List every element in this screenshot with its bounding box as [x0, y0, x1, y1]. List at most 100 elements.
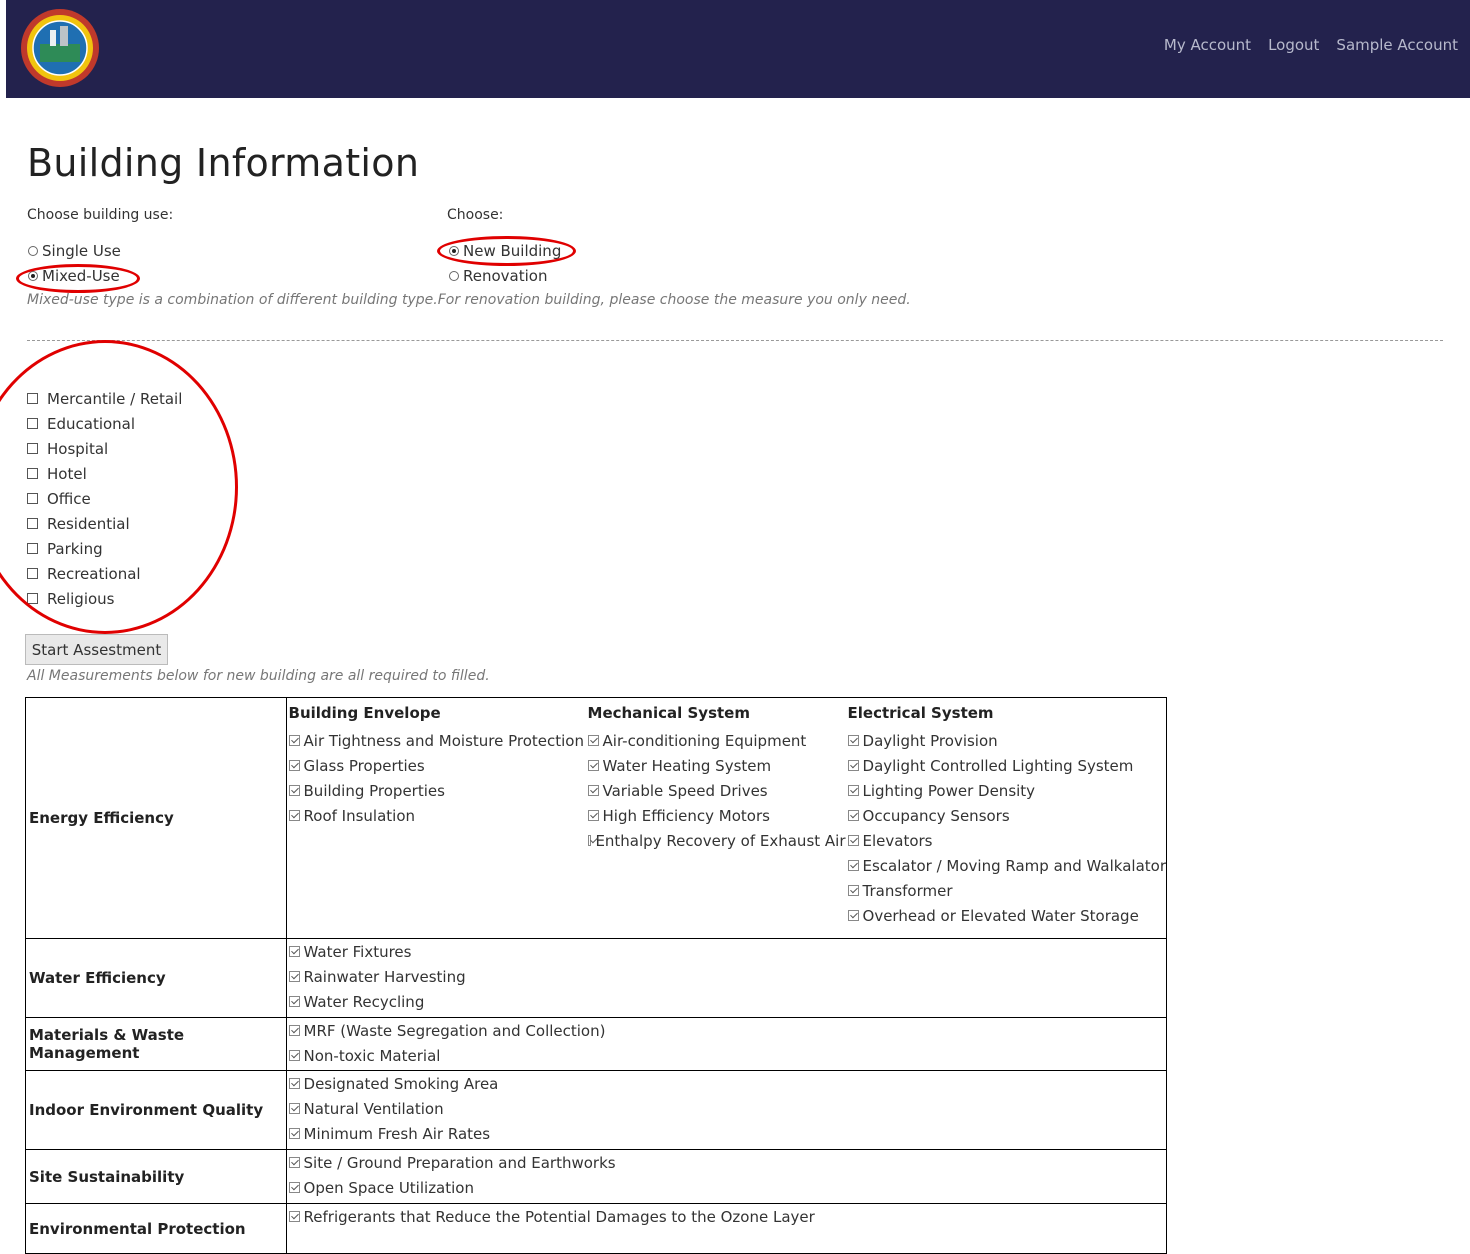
check-icon	[847, 910, 859, 921]
measure-item[interactable]: Air Tightness and Moisture Protection	[287, 728, 586, 753]
measure-item[interactable]: Overhead or Elevated Water Storage	[846, 903, 1166, 928]
measure-item[interactable]: Non-toxic Material	[287, 1043, 1166, 1068]
check-icon	[587, 835, 592, 846]
check-icon	[847, 810, 859, 821]
measure-item[interactable]: Natural Ventilation	[287, 1096, 1166, 1121]
build-type-label: Choose:	[447, 207, 504, 223]
measure-item[interactable]: High Efficiency Motors	[586, 803, 846, 828]
building-envelope-column: Building Envelope Air Tightness and Mois…	[287, 698, 586, 928]
check-icon	[847, 735, 859, 746]
city-seal-logo[interactable]	[20, 8, 100, 88]
category-water-efficiency: Water Efficiency	[25, 938, 287, 1018]
check-icon	[288, 1157, 300, 1168]
check-icon	[847, 885, 859, 896]
start-assessment-button[interactable]: Start Assestment	[25, 634, 168, 665]
category-site-sustainability: Site Sustainability	[25, 1149, 287, 1204]
category-indoor-environment: Indoor Environment Quality	[25, 1070, 287, 1150]
mechanical-system-title: Mechanical System	[587, 704, 750, 722]
measure-item[interactable]: MRF (Waste Segregation and Collection)	[287, 1018, 1166, 1043]
electrical-system-title: Electrical System	[847, 704, 994, 722]
table-row: Water Efficiency Water Fixtures Rainwate…	[25, 938, 1168, 1018]
category-environmental-protection: Environmental Protection	[25, 1203, 287, 1254]
table-row: Materials & Waste Management MRF (Waste …	[25, 1017, 1168, 1071]
measure-item[interactable]: Air-conditioning Equipment	[586, 728, 846, 753]
annotation-ellipse-new-building	[437, 236, 576, 266]
check-icon	[288, 1050, 300, 1061]
check-icon	[288, 785, 300, 796]
radio-renovation[interactable]: Renovation	[449, 265, 547, 287]
check-icon	[288, 946, 300, 957]
radio-label: Single Use	[42, 242, 121, 260]
logout-link[interactable]: Logout	[1268, 36, 1319, 54]
check-icon	[847, 860, 859, 871]
indoor-measures-cell: Designated Smoking Area Natural Ventilat…	[285, 1070, 1168, 1150]
check-icon	[288, 996, 300, 1007]
check-icon	[288, 1182, 300, 1193]
top-navbar: My Account Logout Sample Account	[6, 0, 1470, 98]
check-icon	[587, 810, 599, 821]
measure-item[interactable]: Elevators	[846, 828, 1166, 853]
check-icon	[847, 835, 859, 846]
materials-measures-cell: MRF (Waste Segregation and Collection) N…	[285, 1017, 1168, 1071]
table-row: Energy Efficiency Building Envelope Air …	[25, 697, 1168, 939]
radio-button[interactable]	[449, 271, 459, 281]
radio-label: Renovation	[463, 267, 548, 285]
table-row: Environmental Protection Refrigerants th…	[25, 1203, 1168, 1254]
measure-item[interactable]: Water Heating System	[586, 753, 846, 778]
measure-item[interactable]: Escalator / Moving Ramp and Walkalator	[846, 853, 1166, 878]
water-measures-cell: Water Fixtures Rainwater Harvesting Wate…	[285, 938, 1168, 1018]
check-icon	[587, 735, 599, 746]
measure-item[interactable]: Enthalpy Recovery of Exhaust Air	[586, 828, 846, 853]
annotation-ellipse-mixed-use	[16, 264, 140, 293]
check-icon	[847, 760, 859, 771]
table-row: Site Sustainability Site / Ground Prepar…	[25, 1149, 1168, 1204]
measure-item[interactable]: Variable Speed Drives	[586, 778, 846, 803]
measure-item[interactable]: Daylight Provision	[846, 728, 1166, 753]
check-icon	[587, 760, 599, 771]
check-icon	[288, 1025, 300, 1036]
category-energy-efficiency: Energy Efficiency	[25, 697, 287, 939]
measure-item[interactable]: Designated Smoking Area	[287, 1071, 1166, 1096]
check-icon	[288, 1211, 300, 1222]
building-use-label: Choose building use:	[27, 207, 174, 223]
measure-item[interactable]: Glass Properties	[287, 753, 586, 778]
mechanical-system-column: Mechanical System Air-conditioning Equip…	[586, 698, 846, 928]
measure-item[interactable]: Building Properties	[287, 778, 586, 803]
check-icon	[288, 1078, 300, 1089]
check-icon	[847, 785, 859, 796]
measure-item[interactable]: Site / Ground Preparation and Earthworks	[287, 1150, 1166, 1175]
measure-item[interactable]: Open Space Utilization	[287, 1175, 1166, 1200]
site-measures-cell: Site / Ground Preparation and Earthworks…	[285, 1149, 1168, 1204]
measurement-note: All Measurements below for new building …	[27, 668, 490, 684]
energy-measures-cell: Building Envelope Air Tightness and Mois…	[285, 697, 1168, 939]
check-icon	[288, 810, 300, 821]
measure-item[interactable]: Daylight Controlled Lighting System	[846, 753, 1166, 778]
measure-item[interactable]: Roof Insulation	[287, 803, 586, 828]
sample-account-link[interactable]: Sample Account	[1336, 36, 1458, 54]
radio-button[interactable]	[28, 246, 38, 256]
measure-item[interactable]: Refrigerants that Reduce the Potential D…	[287, 1204, 1166, 1229]
check-icon	[288, 1128, 300, 1139]
check-icon	[288, 1103, 300, 1114]
measures-table: Energy Efficiency Building Envelope Air …	[25, 697, 1168, 1254]
top-nav-links: My Account Logout Sample Account	[1164, 36, 1458, 54]
annotation-ellipse-building-types	[0, 340, 238, 634]
measure-item[interactable]: Transformer	[846, 878, 1166, 903]
check-icon	[288, 735, 300, 746]
building-envelope-title: Building Envelope	[288, 704, 441, 722]
measure-item[interactable]: Water Fixtures	[287, 939, 1166, 964]
measure-item[interactable]: Minimum Fresh Air Rates	[287, 1121, 1166, 1146]
measure-item[interactable]: Lighting Power Density	[846, 778, 1166, 803]
check-icon	[587, 785, 599, 796]
measure-item[interactable]: Water Recycling	[287, 989, 1166, 1014]
section-divider	[27, 340, 1443, 341]
mixed-use-hint: Mixed-use type is a combination of diffe…	[27, 292, 911, 308]
measure-item[interactable]: Rainwater Harvesting	[287, 964, 1166, 989]
page-title: Building Information	[27, 141, 420, 185]
check-icon	[288, 971, 300, 982]
table-row: Indoor Environment Quality Designated Sm…	[25, 1070, 1168, 1150]
electrical-system-column: Electrical System Daylight Provision Day…	[846, 698, 1166, 928]
radio-single-use[interactable]: Single Use	[28, 240, 121, 262]
measure-item[interactable]: Occupancy Sensors	[846, 803, 1166, 828]
my-account-link[interactable]: My Account	[1164, 36, 1251, 54]
